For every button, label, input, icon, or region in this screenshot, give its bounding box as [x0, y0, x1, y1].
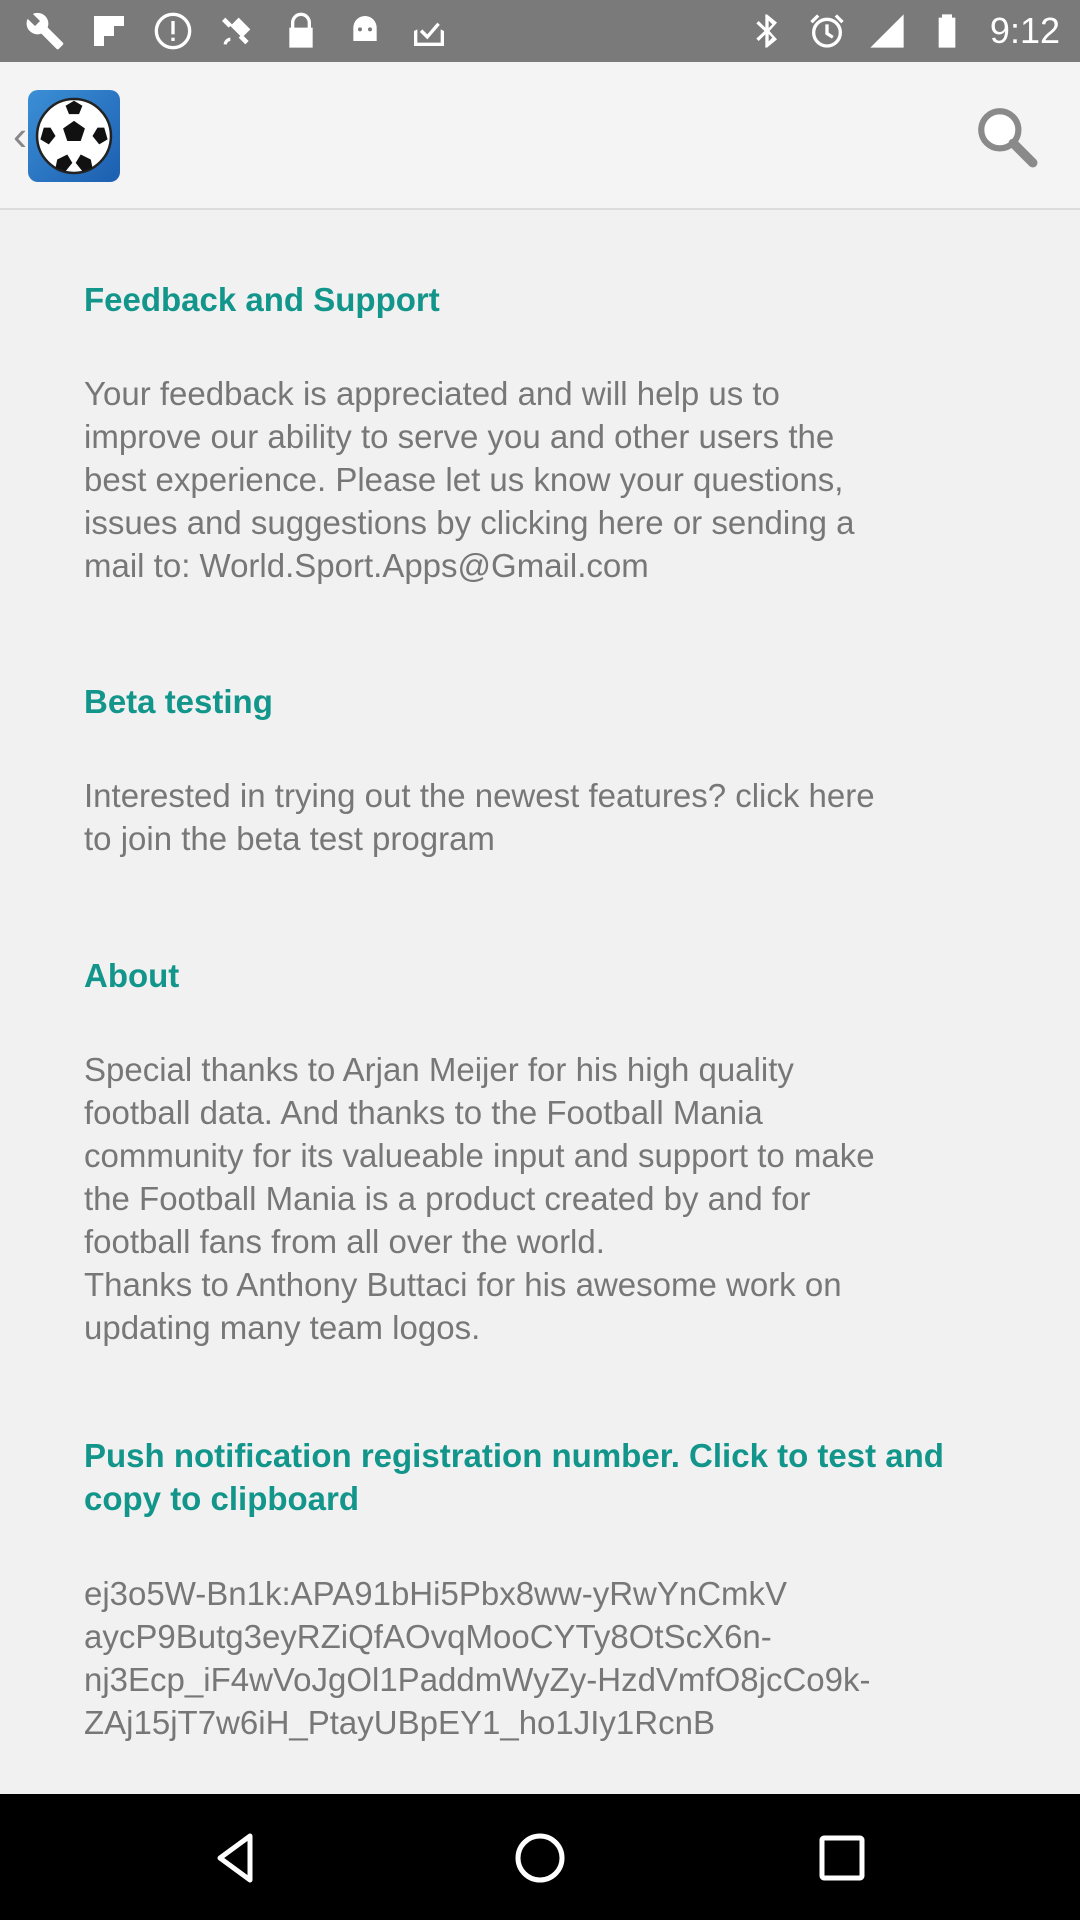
back-button[interactable]	[194, 1816, 278, 1900]
wrench-icon	[24, 10, 66, 52]
navigation-bar	[0, 1794, 1080, 1920]
push-registration-token[interactable]: ej3o5W-Bn1k:APA91bHi5Pbx8ww-yRwYnCmkV ay…	[84, 1572, 994, 1744]
home-button[interactable]	[498, 1816, 582, 1900]
android-icon	[344, 10, 386, 52]
status-clock: 9:12	[989, 10, 1060, 51]
back-triangle-icon	[206, 1828, 266, 1888]
satellite-icon	[216, 10, 258, 52]
soccer-ball-icon[interactable]	[28, 90, 120, 182]
battery-icon	[926, 10, 968, 52]
recents-button[interactable]	[800, 1816, 884, 1900]
beta-text[interactable]: Interested in trying out the newest feat…	[84, 774, 994, 860]
feedback-title: Feedback and Support	[84, 281, 440, 318]
signal-icon	[866, 10, 908, 52]
push-registration-title[interactable]: Push notification registration number. C…	[84, 1434, 994, 1520]
recents-square-icon	[812, 1828, 872, 1888]
flipboard-icon	[88, 10, 130, 52]
inbox-check-icon	[408, 10, 450, 52]
feedback-text[interactable]: Your feedback is appreciated and will he…	[84, 372, 994, 587]
lock-icon	[280, 10, 322, 52]
settings-content: Feedback and Support Your feedback is ap…	[0, 212, 1080, 1794]
alert-icon	[152, 10, 194, 52]
alarm-icon	[806, 10, 848, 52]
search-icon	[973, 103, 1039, 169]
app-bar: ‹	[0, 62, 1080, 210]
home-circle-icon	[510, 1828, 570, 1888]
beta-title: Beta testing	[84, 683, 273, 720]
status-bar: 9:12	[0, 0, 1080, 62]
about-title: About	[84, 957, 180, 994]
search-button[interactable]	[970, 100, 1042, 172]
about-text: Special thanks to Arjan Meijer for his h…	[84, 1051, 875, 1346]
bluetooth-icon	[746, 10, 788, 52]
